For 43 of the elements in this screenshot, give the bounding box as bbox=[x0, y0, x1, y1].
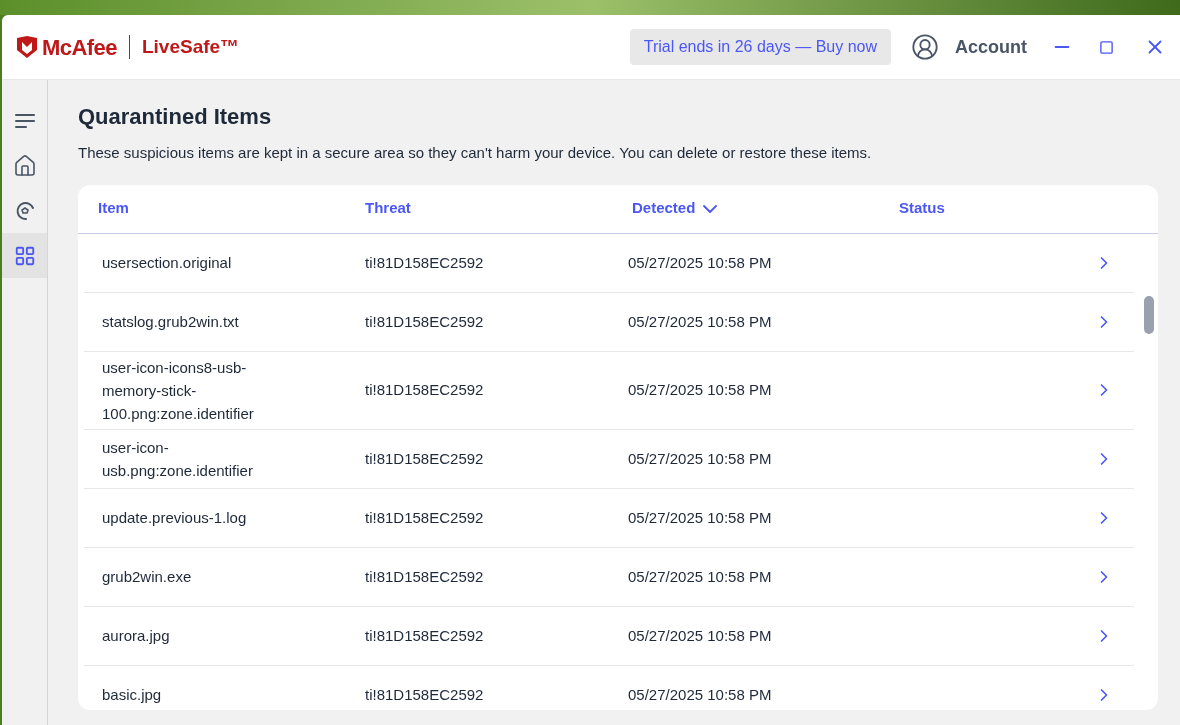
detected-date: 05/27/2025 10:58 PM bbox=[628, 381, 772, 398]
item-name: update.previous-1.log bbox=[102, 508, 248, 528]
shield-logo-icon bbox=[16, 35, 38, 59]
threat-name: ti!81D158EC2592 bbox=[365, 381, 484, 398]
detected-date: 05/27/2025 10:58 PM bbox=[628, 312, 772, 330]
sort-caret-icon bbox=[703, 204, 718, 213]
detected-date: 05/27/2025 10:58 PM bbox=[628, 567, 772, 585]
detected-date: 05/27/2025 10:58 PM bbox=[628, 508, 772, 526]
threat-name: ti!81D158EC2592 bbox=[365, 449, 484, 467]
scrollbar-thumb[interactable] bbox=[1144, 295, 1154, 334]
threat-name: ti!81D158EC2592 bbox=[365, 626, 484, 644]
grid-icon bbox=[13, 244, 36, 267]
item-name: user-icon-icons8-usb-memory-stick-100.png:zone.identifier bbox=[102, 357, 255, 424]
item-name: basic.jpg bbox=[102, 685, 163, 705]
sidebar-item[interactable] bbox=[2, 233, 47, 278]
column-header[interactable]: Status bbox=[899, 197, 945, 220]
item-name: user-icon-usb.png:zone.identifier bbox=[102, 437, 254, 481]
threat-name: ti!81D158EC2592 bbox=[365, 508, 484, 526]
product-name: LiveSafe™ bbox=[141, 34, 240, 59]
detected-date: 05/27/2025 10:58 PM bbox=[628, 253, 772, 271]
column-header[interactable]: Item bbox=[98, 197, 129, 220]
threat-name: ti!81D158EC2592 bbox=[365, 567, 484, 585]
page-description: These suspicious items are kept in a secure area so they can't harm your device. You can delete or restore these items. bbox=[78, 143, 873, 163]
item-name: statslog.grub2win.txt bbox=[102, 312, 240, 332]
menu-icon bbox=[14, 112, 35, 129]
page-title: Quarantined Items bbox=[78, 103, 273, 131]
detected-date: 05/27/2025 10:58 PM bbox=[628, 685, 772, 703]
item-name: usersection.original bbox=[102, 253, 233, 273]
threat-name: ti!81D158EC2592 bbox=[365, 312, 484, 330]
threat-name: ti!81D158EC2592 bbox=[365, 685, 484, 703]
column-header[interactable]: Detected bbox=[632, 197, 718, 220]
column-header[interactable]: Threat bbox=[365, 197, 411, 220]
home-icon bbox=[12, 153, 37, 178]
maximize-icon[interactable] bbox=[1099, 39, 1114, 55]
brand-name: McAfee bbox=[42, 33, 117, 62]
item-name: aurora.jpg bbox=[102, 626, 171, 646]
detected-date: 05/27/2025 10:58 PM bbox=[628, 449, 772, 467]
account-icon[interactable] bbox=[911, 33, 939, 61]
item-name: grub2win.exe bbox=[102, 567, 193, 587]
trial-button[interactable]: Trial ends in 26 days — Buy now bbox=[629, 29, 891, 65]
detected-date: 05/27/2025 10:58 PM bbox=[628, 626, 772, 644]
threat-name: ti!81D158EC2592 bbox=[365, 253, 484, 271]
account-button[interactable]: Account bbox=[955, 33, 1027, 61]
